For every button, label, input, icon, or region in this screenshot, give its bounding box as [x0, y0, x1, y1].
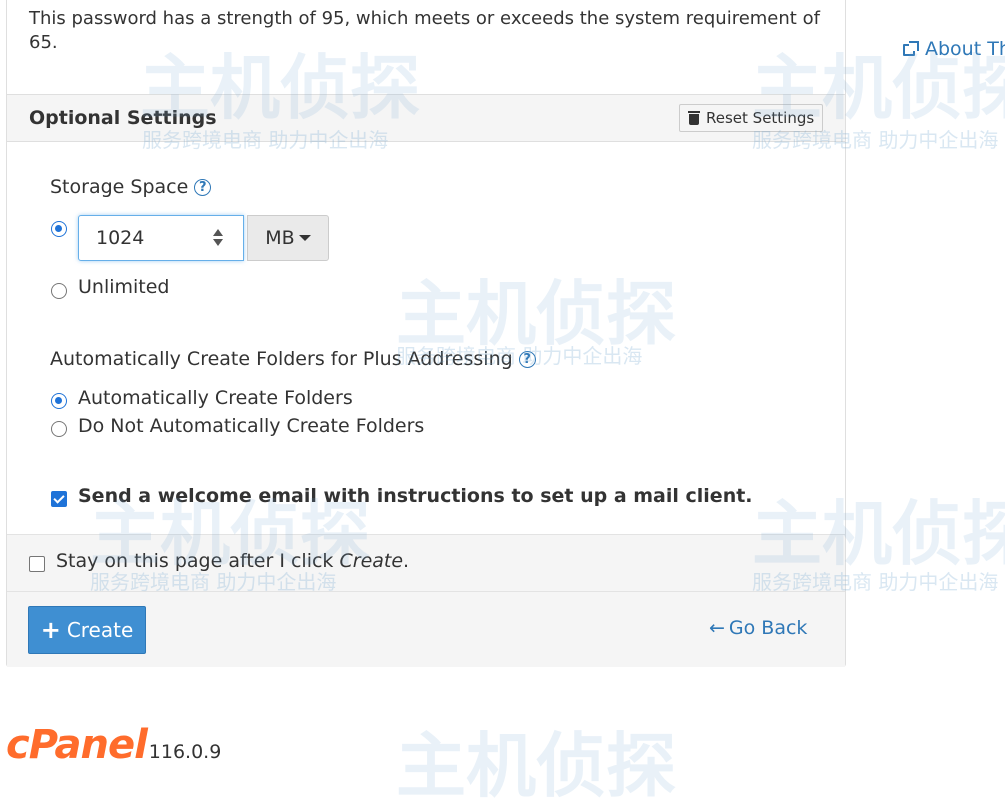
- cpanel-logo: cPanel 116.0.9: [6, 722, 221, 768]
- cpanel-wordmark: cPanel: [6, 722, 148, 768]
- no-auto-create-folders-label: Do Not Automatically Create Folders: [78, 415, 425, 437]
- help-icon[interactable]: ?: [194, 178, 212, 196]
- optional-settings-header: Optional Settings Reset Settings: [7, 94, 845, 142]
- stay-label-prefix: Stay on this page after I click: [56, 550, 340, 572]
- go-back-link[interactable]: ← Go Back: [709, 617, 807, 639]
- storage-unlimited-radio[interactable]: [51, 283, 67, 299]
- storage-quota-input[interactable]: 1024: [78, 215, 244, 261]
- storage-space-text: Storage Space: [50, 176, 189, 198]
- add-email-panel: This password has a strength of 95, whic…: [6, 0, 846, 667]
- create-label: Create: [66, 618, 134, 642]
- storage-unit-label: MB: [265, 227, 295, 249]
- plus-icon: +: [40, 616, 61, 644]
- spinner-icon[interactable]: [213, 229, 223, 247]
- arrow-left-icon: ←: [709, 617, 725, 639]
- optional-settings-title: Optional Settings: [29, 107, 217, 129]
- stay-on-page-label: Stay on this page after I click Create.: [56, 550, 409, 572]
- footer-divider: [7, 591, 845, 592]
- auto-create-folders-label: Automatically Create Folders: [78, 387, 353, 409]
- about-link-label: About Th: [925, 38, 1005, 60]
- welcome-email-label: Send a welcome email with instructions t…: [78, 485, 753, 507]
- storage-quota-value: 1024: [96, 227, 145, 249]
- storage-custom-radio[interactable]: [51, 221, 67, 237]
- external-link-icon: [903, 41, 919, 57]
- storage-unit-dropdown[interactable]: MB: [247, 215, 329, 261]
- caret-down-icon: [298, 235, 311, 241]
- reset-settings-button[interactable]: Reset Settings: [679, 104, 824, 132]
- stay-label-emphasis: Create: [339, 550, 404, 572]
- watermark: 主机侦探: [396, 725, 676, 807]
- stay-label-suffix: .: [403, 550, 410, 572]
- storage-space-label: Storage Space ?: [50, 176, 212, 198]
- welcome-email-checkbox[interactable]: [51, 491, 67, 507]
- reset-settings-label: Reset Settings: [706, 109, 815, 127]
- auto-create-folders-radio[interactable]: [51, 393, 67, 409]
- go-back-label: Go Back: [728, 617, 808, 639]
- about-link[interactable]: About Th: [903, 38, 1005, 60]
- trash-icon: [688, 111, 700, 125]
- password-strength-message: This password has a strength of 95, whic…: [29, 8, 820, 53]
- storage-unlimited-label: Unlimited: [78, 276, 170, 298]
- help-icon[interactable]: ?: [518, 350, 536, 368]
- form-footer: Stay on this page after I click Create. …: [7, 534, 845, 667]
- cpanel-version: 116.0.9: [148, 741, 222, 763]
- no-auto-create-folders-radio[interactable]: [51, 421, 67, 437]
- plus-addressing-text: Automatically Create Folders for Plus Ad…: [50, 348, 513, 370]
- plus-addressing-label: Automatically Create Folders for Plus Ad…: [50, 348, 536, 370]
- stay-on-page-checkbox[interactable]: [29, 556, 45, 572]
- create-button[interactable]: + Create: [28, 606, 146, 654]
